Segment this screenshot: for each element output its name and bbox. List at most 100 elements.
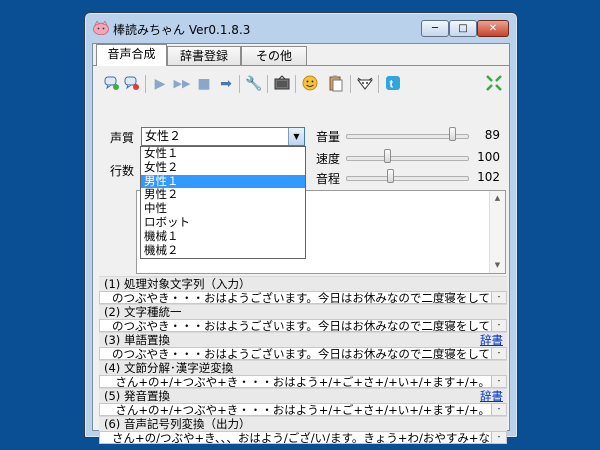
step-title: (1) 処理対象文字列（入力） bbox=[104, 277, 251, 291]
tab-other[interactable]: その他 bbox=[241, 46, 307, 65]
talk-icon[interactable] bbox=[102, 74, 122, 94]
smiley-icon[interactable] bbox=[300, 74, 320, 94]
toolbar-separator bbox=[378, 75, 379, 93]
tv-icon[interactable] bbox=[272, 74, 292, 94]
svg-text:t: t bbox=[390, 79, 394, 91]
slider-track[interactable] bbox=[346, 156, 469, 161]
tab-dictionary[interactable]: 辞書登録 bbox=[167, 46, 241, 65]
step-title: (3) 単語置換 bbox=[104, 333, 170, 347]
voice-select-value: 女性２ bbox=[145, 129, 182, 143]
stop-icon[interactable]: ■ bbox=[194, 74, 214, 94]
voice-option[interactable]: 女性１ bbox=[141, 146, 305, 161]
voice-option[interactable]: 女性２ bbox=[141, 160, 305, 175]
slider-track[interactable] bbox=[346, 176, 469, 181]
step-expand-button[interactable]: - bbox=[491, 320, 506, 331]
slider[interactable] bbox=[346, 149, 469, 165]
main-window: 棒読みちゃん Ver0.1.8.3 ─ □ ✕ 音声合成 辞書登録 その他 ▶ … bbox=[84, 12, 518, 444]
voice-option[interactable]: 機械２ bbox=[141, 243, 305, 258]
toolbar-separator bbox=[145, 75, 146, 93]
scroll-up-icon[interactable]: ▲ bbox=[490, 191, 505, 206]
close-button[interactable]: ✕ bbox=[477, 20, 509, 37]
step-output: のつぶやき・・・おはようございます。今日はお休みなので二度寝をして - bbox=[99, 347, 507, 360]
step-header: (3) 単語置換 辞書 bbox=[99, 332, 507, 347]
toolbar-separator bbox=[295, 75, 296, 93]
toolbar: ▶ ▶▶ ■ ➡ 🔧 t bbox=[100, 72, 502, 96]
voice-dropdown-list[interactable]: 女性１ 女性２ 男性１ 男性２ 中性 ロボット 機械１ 機械２ bbox=[140, 146, 306, 259]
play-icon[interactable]: ▶ bbox=[150, 74, 170, 94]
wrench-icon[interactable]: 🔧 bbox=[244, 74, 264, 94]
skip-icon[interactable]: ▶▶ bbox=[172, 74, 192, 94]
next-arrow-icon[interactable]: ➡ bbox=[216, 74, 236, 94]
step-expand-button[interactable]: - bbox=[491, 432, 506, 443]
toolbar-separator bbox=[267, 75, 268, 93]
face-icon[interactable] bbox=[355, 74, 375, 94]
dictionary-link[interactable]: 辞書 bbox=[480, 333, 503, 347]
step-header: (5) 発音置換 辞書 bbox=[99, 388, 507, 403]
expand-icon[interactable] bbox=[484, 74, 504, 94]
title-bar[interactable]: 棒読みちゃん Ver0.1.8.3 ─ □ ✕ bbox=[85, 13, 517, 43]
maximize-icon: □ bbox=[458, 23, 468, 34]
client-area: 音声合成 辞書登録 その他 ▶ ▶▶ ■ ➡ 🔧 t 声質 女性２ ▼ 女性１ … bbox=[92, 43, 510, 444]
step-output-text: のつぶやき・・・おはようございます。今日はお休みなので二度寝をして bbox=[111, 347, 490, 360]
step-output: のつぶやき・・・おはようございます。今日はお休みなので二度寝をして - bbox=[99, 319, 507, 332]
step-header: (2) 文字種統一 bbox=[99, 304, 507, 319]
slider-value: 102 bbox=[477, 170, 500, 184]
step-expand-button[interactable]: - bbox=[491, 376, 506, 387]
voice-option[interactable]: 男性２ bbox=[141, 188, 305, 202]
close-icon: ✕ bbox=[488, 23, 498, 34]
maximize-button[interactable]: □ bbox=[449, 20, 477, 37]
tab-speech-synthesis[interactable]: 音声合成 bbox=[96, 44, 167, 66]
step-title: (5) 発音置換 bbox=[104, 389, 170, 403]
step-output-text: さん+の/つぶや+き、、、おはよう/ござ/い/ます。きょう+わ/おやすみ+な bbox=[112, 431, 490, 444]
minimize-button[interactable]: ─ bbox=[421, 20, 449, 37]
step-output: さん+の+/+つぶや+き・・・おはよう+/+ご+さ+/+い+/+ます+/+。 - bbox=[99, 375, 507, 388]
step-output-text: のつぶやき・・・おはようございます。今日はお休みなので二度寝をして bbox=[111, 291, 490, 304]
voice-label: 声質 bbox=[110, 131, 135, 145]
stop-talk-icon[interactable] bbox=[122, 74, 142, 94]
slider[interactable] bbox=[346, 169, 469, 185]
step-title: (4) 文節分解･漢字逆変換 bbox=[104, 361, 234, 375]
step-output: さん+の+/+つぶや+き・・・おはよう+/+ご+さ+/+い+/+ます+/+。 - bbox=[99, 403, 507, 416]
toolbar-separator bbox=[350, 75, 351, 93]
dictionary-link[interactable]: 辞書 bbox=[480, 389, 503, 403]
step-output-text: のつぶやき・・・おはようございます。今日はお休みなので二度寝をして bbox=[111, 319, 490, 332]
slider-label: 音程 bbox=[316, 172, 341, 186]
step-output-text: さん+の+/+つぶや+き・・・おはよう+/+ご+さ+/+い+/+ます+/+。 bbox=[115, 403, 490, 416]
step-header: (4) 文節分解･漢字逆変換 bbox=[99, 360, 507, 375]
slider-value: 100 bbox=[477, 150, 500, 164]
twitter-icon[interactable]: t bbox=[383, 74, 403, 94]
step-header: (6) 音声記号列変換（出力） bbox=[99, 416, 507, 431]
step-header: (1) 処理対象文字列（入力） bbox=[99, 276, 507, 291]
step-output-text: さん+の+/+つぶや+き・・・おはよう+/+ご+さ+/+い+/+ます+/+。 bbox=[115, 375, 490, 388]
chevron-down-icon[interactable]: ▼ bbox=[288, 128, 304, 145]
voice-option[interactable]: 男性１ bbox=[141, 174, 305, 189]
textarea-scrollbar[interactable]: ▲ ▼ bbox=[489, 191, 505, 273]
toolbar-separator bbox=[239, 75, 240, 93]
voice-select[interactable]: 女性２ ▼ bbox=[141, 127, 305, 146]
slider-value: 89 bbox=[484, 128, 500, 142]
step-title: (6) 音声記号列変換（出力） bbox=[104, 417, 251, 431]
step-title: (2) 文字種統一 bbox=[104, 305, 182, 319]
voice-option[interactable]: ロボット bbox=[141, 215, 305, 230]
slider-thumb[interactable] bbox=[449, 127, 456, 141]
conversion-steps: (1) 処理対象文字列（入力） のつぶやき・・・おはようございます。今日はお休みな… bbox=[99, 276, 507, 444]
slider[interactable] bbox=[346, 127, 469, 143]
step-output: のつぶやき・・・おはようございます。今日はお休みなので二度寝をして - bbox=[99, 291, 507, 304]
window-title: 棒読みちゃん Ver0.1.8.3 bbox=[113, 23, 251, 37]
lines-label: 行数 bbox=[110, 164, 135, 178]
step-expand-button[interactable]: - bbox=[491, 404, 506, 415]
voice-option[interactable]: 中性 bbox=[141, 201, 305, 216]
step-expand-button[interactable]: - bbox=[491, 292, 506, 303]
clipboard-icon[interactable] bbox=[326, 74, 346, 94]
slider-label: 速度 bbox=[316, 152, 341, 166]
app-icon bbox=[93, 21, 109, 35]
voice-option[interactable]: 機械１ bbox=[141, 229, 305, 244]
step-expand-button[interactable]: - bbox=[491, 348, 506, 359]
speech-panel: ▶ ▶▶ ■ ➡ 🔧 t 声質 女性２ ▼ 女性１ 女性２ 男性１ 男性２ 中性… bbox=[96, 66, 507, 444]
slider-label: 音量 bbox=[316, 130, 341, 144]
minimize-icon: ─ bbox=[431, 23, 439, 34]
scroll-down-icon[interactable]: ▼ bbox=[490, 258, 505, 273]
slider-thumb[interactable] bbox=[387, 169, 394, 183]
tab-bar: 音声合成 辞書登録 その他 bbox=[93, 44, 509, 66]
slider-thumb[interactable] bbox=[384, 149, 391, 163]
